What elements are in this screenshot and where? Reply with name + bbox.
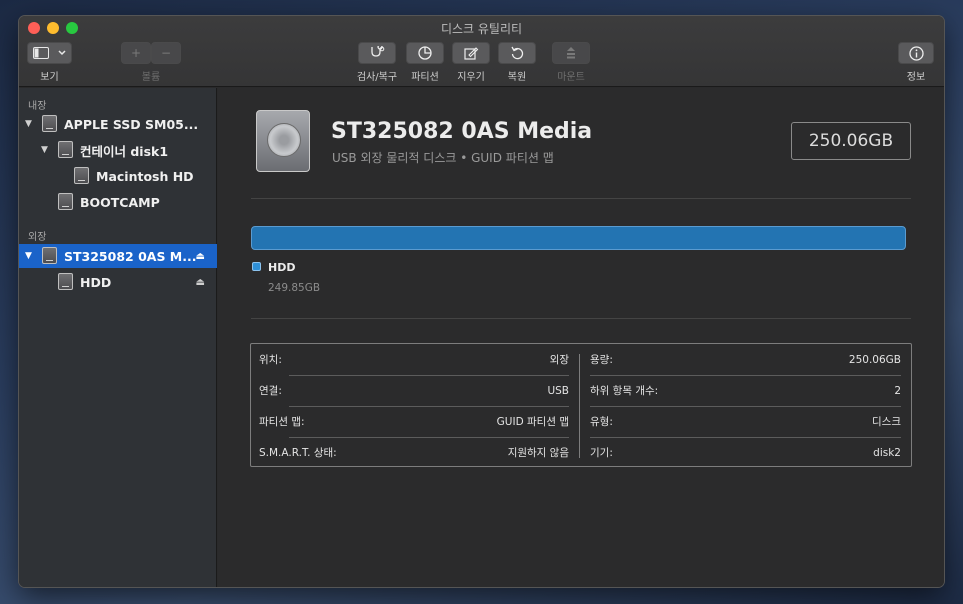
stethoscope-icon	[371, 46, 385, 57]
info-key: 연결:	[259, 385, 282, 397]
info-key: S.M.A.R.T. 상태:	[259, 447, 337, 459]
erase-label: 지우기	[457, 72, 485, 83]
info-value: 2	[894, 384, 901, 397]
disk-utility-window: 디스크 유틸리티 보기 + − 볼륨 검사/복구 파티션 지우기 복원 마운트 …	[19, 16, 944, 587]
partition-name: HDD	[268, 261, 296, 274]
info-key: 용량:	[590, 354, 613, 366]
eject-icon[interactable]: ⏏	[196, 251, 205, 262]
mount-label: 마운트	[557, 72, 585, 83]
disclosure-triangle-icon[interactable]: ▼	[25, 119, 32, 129]
sidebar-item-label: Macintosh HD	[96, 168, 194, 184]
info-row: 위치: 외장	[259, 344, 569, 375]
disclosure-triangle-icon[interactable]: ▼	[41, 145, 48, 155]
partition-label: 파티션	[411, 72, 439, 83]
info-row: 하위 항목 개수: 2	[590, 375, 901, 406]
info-key: 기기:	[590, 447, 613, 459]
erase-button[interactable]	[452, 42, 490, 64]
view-label: 보기	[40, 72, 59, 83]
pie-icon	[418, 46, 432, 60]
column-divider	[579, 354, 580, 458]
container-icon	[58, 141, 73, 158]
disclosure-triangle-icon[interactable]: ▼	[25, 251, 32, 261]
detail-pane: ST325082 0AS Media USB 외장 물리적 디스크 • GUID…	[218, 88, 944, 587]
hard-drive-icon	[256, 110, 310, 172]
sidebar-item-st325082[interactable]: ▼ ST325082 0AS M... ⏏	[19, 244, 217, 268]
info-key: 위치:	[259, 354, 282, 366]
disk-name: ST325082 0AS Media	[331, 119, 593, 144]
mount-button[interactable]	[552, 42, 590, 64]
add-volume-button[interactable]: +	[121, 42, 151, 64]
minus-icon: −	[160, 46, 172, 60]
plus-icon: +	[130, 46, 142, 60]
partition-color-swatch	[252, 262, 261, 271]
info-value: 지원하지 않음	[507, 447, 569, 459]
sidebar: 내장 ▼ APPLE SSD SM05... ▼ 컨테이너 disk1 Maci…	[19, 88, 217, 587]
disk-capacity: 250.06GB	[791, 122, 911, 160]
sidebar-item-bootcamp[interactable]: BOOTCAMP	[19, 190, 217, 214]
partition-button[interactable]	[406, 42, 444, 64]
info-row: 유형: 디스크	[590, 406, 901, 437]
divider	[251, 318, 911, 319]
titlebar-toolbar: 디스크 유틸리티 보기 + − 볼륨 검사/복구 파티션 지우기 복원 마운트 …	[19, 16, 944, 87]
info-row: S.M.A.R.T. 상태: 지원하지 않음	[259, 437, 569, 468]
partition-size: 249.85GB	[268, 282, 321, 294]
erase-icon	[463, 47, 478, 60]
info-label: 정보	[906, 72, 926, 83]
view-button[interactable]	[27, 42, 72, 64]
sidebar-item-label: ST325082 0AS M...	[64, 248, 197, 264]
info-value: disk2	[873, 446, 901, 459]
info-row: 파티션 맵: GUID 파티션 맵	[259, 406, 569, 437]
volume-icon	[58, 193, 73, 210]
internal-disk-icon	[42, 115, 57, 132]
info-row: 연결: USB	[259, 375, 569, 406]
external-disk-icon	[42, 247, 57, 264]
restore-icon	[511, 46, 524, 60]
sidebar-item-container-disk1[interactable]: ▼ 컨테이너 disk1	[19, 138, 217, 162]
eject-icon[interactable]: ⏏	[196, 277, 205, 288]
info-row: 용량: 250.06GB	[590, 344, 901, 375]
sidebar-item-label: APPLE SSD SM05...	[64, 116, 199, 132]
info-row: 기기: disk2	[590, 437, 901, 468]
info-icon	[908, 45, 924, 61]
info-key: 하위 항목 개수:	[590, 385, 659, 397]
sidebar-item-label: 컨테이너 disk1	[80, 143, 169, 159]
chevron-down-icon	[58, 50, 66, 56]
info-button[interactable]	[898, 42, 934, 64]
first-aid-button[interactable]	[358, 42, 396, 64]
sidebar-item-label: BOOTCAMP	[80, 194, 160, 210]
partition-usage-bar	[251, 226, 906, 250]
sidebar-item-label: HDD	[80, 274, 112, 290]
info-value: USB	[547, 384, 569, 397]
restore-button[interactable]	[498, 42, 536, 64]
volume-icon	[74, 167, 89, 184]
remove-volume-button[interactable]: −	[151, 42, 181, 64]
restore-label: 복원	[507, 72, 527, 83]
divider	[251, 198, 911, 199]
volume-icon	[58, 273, 73, 290]
info-table: 위치: 외장 연결: USB 파티션 맵: GUID 파티션 맵 S.M.A.R…	[250, 343, 912, 467]
info-value: 외장	[549, 354, 569, 366]
sidebar-item-hdd[interactable]: HDD ⏏	[19, 270, 217, 294]
sidebar-item-macintosh-hd[interactable]: Macintosh HD	[19, 164, 217, 188]
sidebar-icon	[32, 47, 49, 59]
volume-label: 볼륨	[141, 72, 161, 83]
info-value: 디스크	[872, 416, 901, 428]
info-key: 파티션 맵:	[259, 416, 305, 428]
info-key: 유형:	[590, 416, 613, 428]
sidebar-item-apple-ssd[interactable]: ▼ APPLE SSD SM05...	[19, 112, 217, 136]
window-title: 디스크 유틸리티	[440, 22, 523, 36]
sidebar-section-external: 외장	[28, 232, 47, 243]
info-value: 250.06GB	[848, 353, 901, 366]
disk-subtitle: USB 외장 물리적 디스크 • GUID 파티션 맵	[332, 151, 554, 165]
mount-icon	[567, 47, 575, 59]
info-value: GUID 파티션 맵	[496, 416, 569, 428]
first-aid-label: 검사/복구	[356, 72, 398, 83]
sidebar-section-internal: 내장	[28, 101, 47, 112]
